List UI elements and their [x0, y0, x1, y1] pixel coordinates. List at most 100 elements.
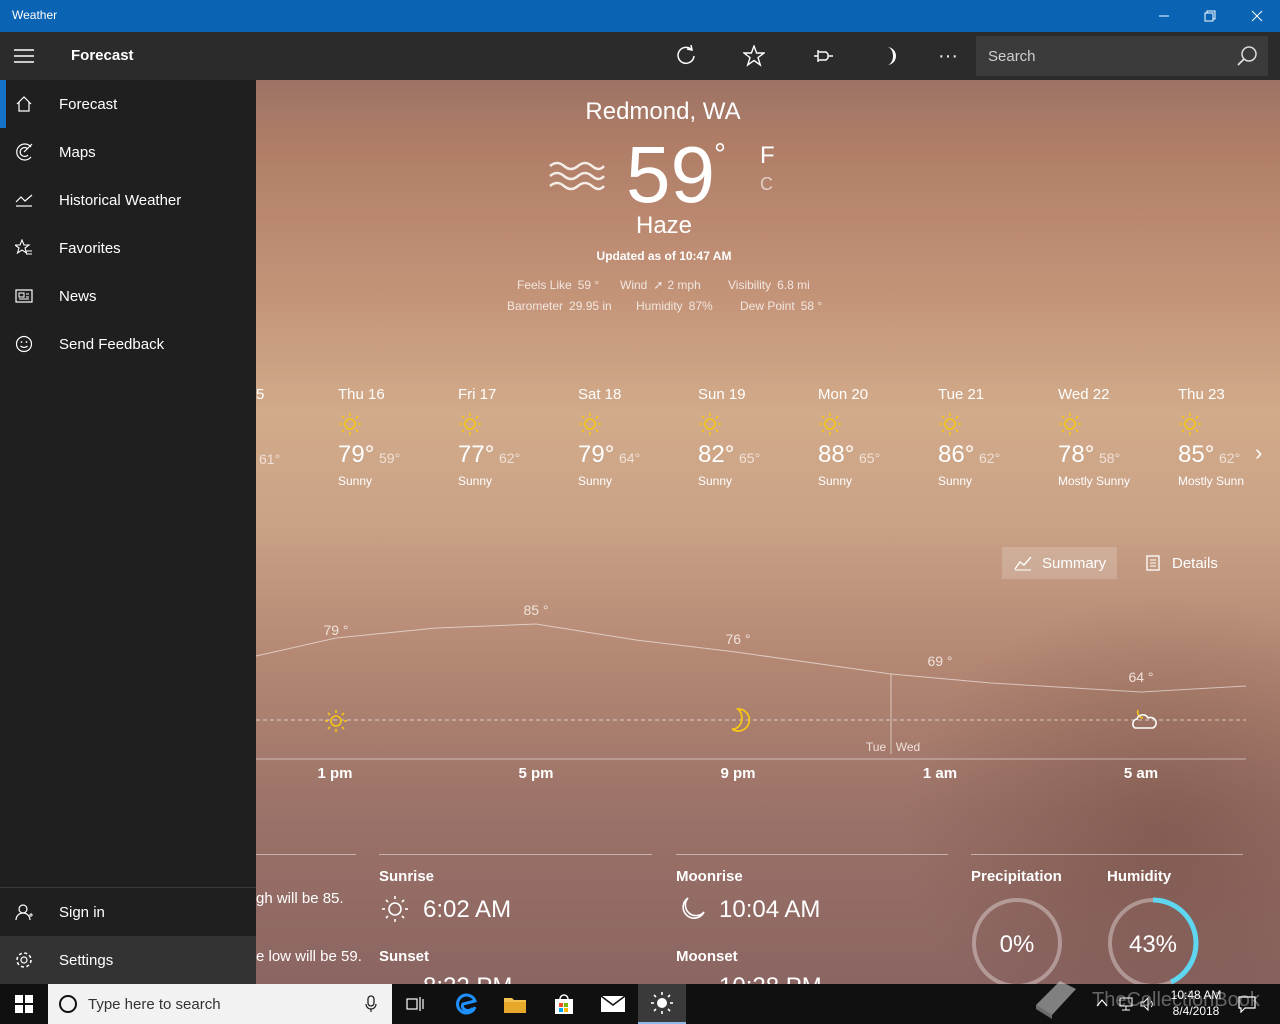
pin-button[interactable]	[799, 32, 847, 80]
sunny-icon	[1179, 413, 1201, 435]
nav-send-feedback[interactable]: Send Feedback	[0, 320, 256, 368]
summary-tab[interactable]: Summary	[1002, 547, 1117, 579]
moonrise-time: 10:04 AM	[719, 896, 821, 923]
precipitation-label: Precipitation	[971, 868, 1062, 885]
minimize-button[interactable]	[1141, 0, 1187, 32]
edge-browser-icon	[456, 993, 477, 1015]
taskbar-search-placeholder: Type here to search	[88, 996, 221, 1013]
day-low-temp: 64°	[619, 450, 641, 466]
barometer-label: Barometer	[507, 299, 564, 313]
nav-news[interactable]: News	[0, 272, 256, 320]
hourly-time-label: 5 pm	[518, 765, 554, 782]
day-condition: Sunny	[578, 474, 613, 488]
mail-icon	[600, 995, 626, 1012]
news-icon	[0, 272, 48, 320]
day-low-temp: 62°	[499, 450, 521, 466]
sunny-icon	[339, 413, 361, 435]
day-condition: Sunny	[818, 474, 853, 488]
close-icon	[1251, 10, 1263, 22]
day-forecast[interactable]: Sat 18 79° 64° Sunny	[578, 386, 696, 488]
day-divider-tue: Tue	[865, 740, 887, 754]
sunny-icon	[699, 413, 721, 435]
taskbar-store[interactable]	[540, 984, 588, 1024]
restore-button[interactable]	[1187, 0, 1233, 32]
cortana-icon	[59, 995, 77, 1013]
taskbar-file-explorer[interactable]	[491, 984, 539, 1024]
nav-forecast[interactable]: Forecast	[0, 80, 256, 128]
humidity-panel-label: Humidity	[1107, 868, 1172, 885]
refresh-button[interactable]	[662, 32, 710, 80]
day-forecast[interactable]: Wed 22 78° 58° Mostly Sunny	[1058, 386, 1176, 488]
title-bar: Weather	[0, 0, 1280, 32]
taskbar: Type here to search 10:48 AM 8/4/2018	[0, 984, 1280, 1024]
day-high-temp: 78°	[1058, 441, 1095, 468]
search-icon[interactable]	[1236, 45, 1258, 72]
unit-celsius-toggle[interactable]: C	[760, 174, 773, 195]
day-name: Thu 23	[1178, 386, 1225, 403]
day-name: Wed 22	[1058, 386, 1110, 403]
sunrise-icon	[382, 896, 408, 922]
wind: Wind ➚ 2 mph	[620, 278, 701, 292]
taskbar-mail[interactable]	[589, 984, 637, 1024]
nav-sign-in[interactable]: Sign in	[0, 888, 256, 936]
microphone-icon[interactable]	[365, 995, 377, 1013]
day-condition: Sunny	[338, 474, 373, 488]
taskbar-search-box[interactable]: Type here to search	[48, 984, 392, 1024]
person-icon	[0, 888, 48, 936]
day-condition: Mostly Sunn	[1178, 474, 1245, 488]
partial-day-name: 5	[256, 386, 265, 403]
day-high-temp: 82°	[698, 441, 735, 468]
night-summary-text: e low will be 59.	[256, 948, 362, 965]
minimize-icon	[1159, 15, 1169, 17]
restore-icon	[1204, 10, 1216, 22]
day-low-temp: 62°	[1219, 450, 1241, 466]
updated-time: Updated as of 10:47 AM	[596, 249, 732, 263]
sunset-label: Sunset	[379, 948, 430, 965]
next-days-arrow[interactable]: ›	[1255, 440, 1262, 466]
barometer-value: 29.95 in	[569, 299, 612, 313]
hamburger-menu-button[interactable]	[0, 32, 48, 80]
day-low-temp: 58°	[1099, 450, 1121, 466]
close-button[interactable]	[1234, 0, 1280, 32]
nav-settings[interactable]: Settings	[0, 936, 256, 984]
day-condition: Sunny	[698, 474, 733, 488]
task-view-button[interactable]	[392, 984, 440, 1024]
window-title: Weather	[12, 8, 58, 22]
day-forecast[interactable]: Thu 23 85° 62° Mostly Sunn	[1178, 386, 1280, 488]
sunset-time: 8:22 PM	[423, 973, 512, 984]
hourly-time-label: 1 am	[922, 765, 958, 782]
day-forecast[interactable]: Mon 20 88° 65° Sunny	[818, 386, 936, 488]
details-label: Details	[1172, 554, 1218, 572]
gear-icon	[0, 936, 48, 984]
day-high-temp: 79°	[338, 441, 375, 468]
navigation-pane: Forecast Maps Historical Weather Favorit…	[0, 80, 256, 984]
nav-historical-weather[interactable]: Historical Weather	[0, 176, 256, 224]
unit-fahrenheit-toggle[interactable]: F	[760, 142, 775, 170]
partly-cloudy-night-icon	[1132, 709, 1157, 729]
wind-label: Wind	[620, 278, 648, 292]
day-condition: Mostly Sunny	[1058, 474, 1131, 488]
moonset-time: 10:28 PM	[719, 973, 822, 984]
day-forecast[interactable]: Thu 16 79° 59° Sunny	[338, 386, 456, 488]
start-button[interactable]	[0, 984, 48, 1024]
favorite-button[interactable]	[730, 32, 778, 80]
more-button[interactable]: ···	[924, 32, 972, 80]
current-temperature: 59	[626, 130, 715, 219]
summary-chart-icon	[1014, 556, 1032, 571]
night-mode-button[interactable]	[866, 32, 914, 80]
taskbar-weather[interactable]	[638, 984, 686, 1024]
nav-maps[interactable]: Maps	[0, 128, 256, 176]
current-condition: Haze	[635, 212, 693, 239]
search-placeholder: Search	[988, 48, 1036, 65]
day-forecast[interactable]: Sun 19 82° 65° Sunny	[698, 386, 816, 488]
day-forecast[interactable]: Tue 21 86° 62° Sunny	[938, 386, 1056, 488]
day-forecast[interactable]: Fri 17 77° 62° Sunny	[458, 386, 576, 488]
details-tab[interactable]: Details	[1132, 547, 1232, 579]
search-box[interactable]: Search	[976, 36, 1268, 76]
taskbar-edge[interactable]	[443, 984, 491, 1024]
hourly-time-label: 5 am	[1123, 765, 1159, 782]
nav-favorites[interactable]: Favorites	[0, 224, 256, 272]
history-chart-icon	[0, 176, 48, 224]
humidity-panel-value: 43%	[1128, 931, 1178, 958]
nav-news-label: News	[59, 287, 97, 305]
